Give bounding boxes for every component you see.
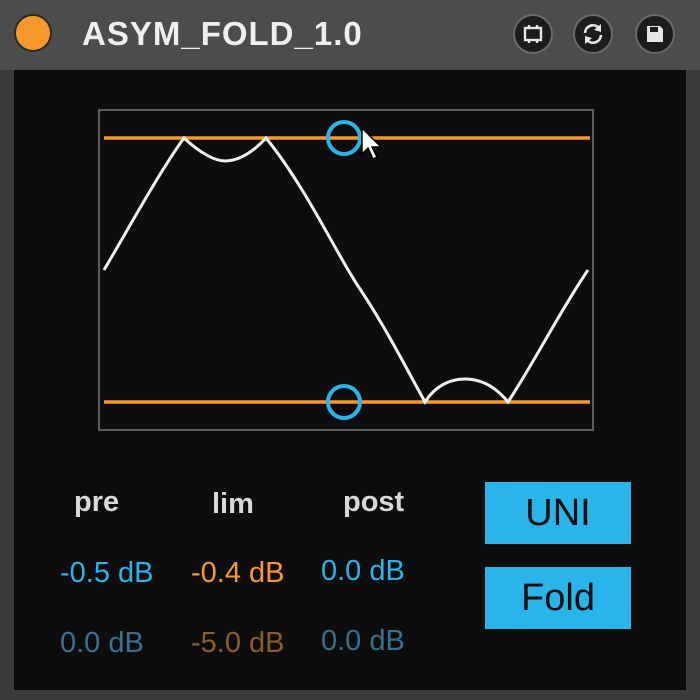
- pre-secondary-value[interactable]: 0.0 dB: [60, 626, 144, 660]
- device-window: ASYM_FOLD_1.0 pre lim post -0.5 dB -0.4 …: [0, 0, 700, 700]
- pre-label: pre: [74, 486, 120, 518]
- device-title: ASYM_FOLD_1.0: [82, 15, 363, 52]
- power-toggle-icon[interactable]: [14, 14, 52, 52]
- waveform-svg: [102, 120, 590, 420]
- freeze-device-icon[interactable]: [513, 14, 553, 54]
- hot-swap-icon[interactable]: [573, 14, 613, 54]
- lim-secondary-value[interactable]: -5.0 dB: [191, 626, 285, 660]
- waveform-display[interactable]: [98, 109, 594, 431]
- fold-button[interactable]: Fold: [485, 567, 631, 629]
- post-label: post: [343, 486, 405, 518]
- pre-gain-value[interactable]: -0.5 dB: [60, 556, 154, 590]
- save-preset-icon[interactable]: [635, 14, 675, 54]
- post-gain-value[interactable]: 0.0 dB: [321, 554, 405, 588]
- folded-waveform: [102, 135, 590, 405]
- save-preset-glyph: [647, 26, 663, 42]
- lim-gain-value[interactable]: -0.4 dB: [191, 556, 285, 590]
- hot-swap-glyph: [583, 24, 603, 44]
- lim-label: lim: [212, 488, 254, 520]
- freeze-device-glyph: [523, 25, 543, 43]
- device-title-bar[interactable]: ASYM_FOLD_1.0: [0, 0, 700, 70]
- uni-button[interactable]: UNI: [485, 482, 631, 544]
- post-secondary-value[interactable]: 0.0 dB: [321, 624, 405, 658]
- mouse-pointer-icon: [361, 126, 383, 161]
